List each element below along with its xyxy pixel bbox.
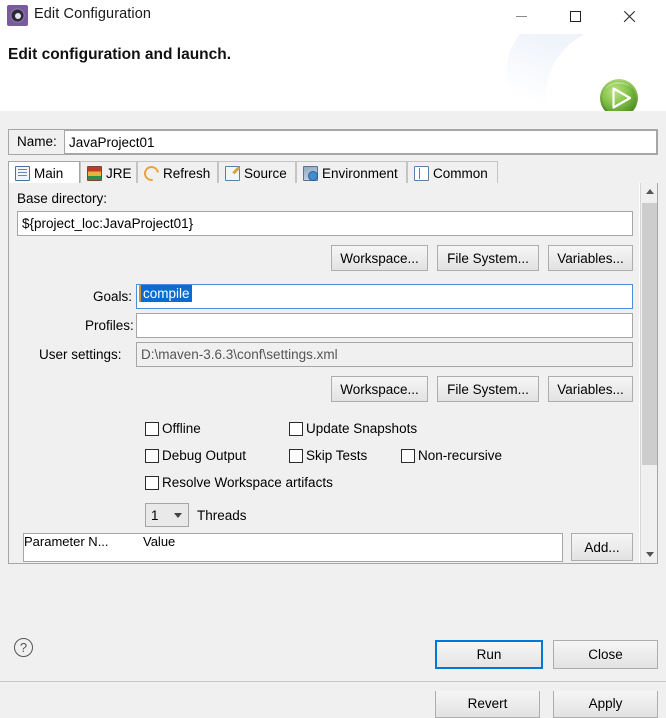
checkbox-offline-box[interactable]	[145, 421, 159, 436]
threads-combo[interactable]: 1	[145, 503, 189, 527]
help-icon[interactable]: ?	[14, 638, 33, 657]
configuration-name-input[interactable]	[64, 130, 657, 154]
window-title: Edit Configuration	[34, 6, 152, 22]
dialog-body: Name: Main JRE Refresh Source Environmen…	[0, 111, 666, 718]
close-button-footer[interactable]: Close	[553, 640, 658, 669]
profiles-input[interactable]	[136, 313, 633, 338]
maximize-button[interactable]	[552, 0, 598, 32]
checkbox-non-recursive[interactable]: Non-recursive	[401, 448, 502, 463]
checkbox-update-snapshots-box[interactable]	[289, 421, 303, 436]
checkbox-update-snapshots[interactable]: Update Snapshots	[289, 421, 417, 436]
apply-button[interactable]: Apply	[553, 689, 658, 718]
main-icon	[15, 165, 30, 181]
base-file-system-button[interactable]: File System...	[437, 245, 539, 271]
base-variables-button[interactable]: Variables...	[548, 245, 633, 271]
threads-value: 1	[151, 507, 159, 523]
checkbox-skip-tests[interactable]: Skip Tests	[289, 448, 367, 463]
checkbox-update-snapshots-label: Update Snapshots	[306, 421, 418, 436]
tab-source[interactable]: Source	[218, 161, 296, 184]
revert-button[interactable]: Revert	[435, 689, 540, 718]
app-gear-icon	[7, 5, 28, 26]
checkbox-debug-output[interactable]: Debug Output	[145, 448, 246, 463]
goals-input[interactable]: compile	[136, 284, 633, 309]
tab-bar: Main JRE Refresh Source Environment Comm…	[8, 161, 658, 184]
green-play-icon	[600, 79, 638, 111]
page-title: Edit configuration and launch.	[8, 46, 232, 63]
checkbox-debug-output-box[interactable]	[145, 448, 159, 463]
parameter-table[interactable]: Parameter N... Value	[23, 533, 563, 562]
tab-jre[interactable]: JRE	[80, 161, 137, 184]
run-button[interactable]: Run	[435, 640, 543, 669]
scrollbar-thumb[interactable]	[642, 203, 657, 465]
base-directory-input[interactable]	[17, 211, 633, 236]
main-tab-panel: Base directory: Workspace... File System…	[8, 183, 658, 564]
scroll-up-button[interactable]	[641, 183, 658, 200]
common-icon	[414, 165, 429, 181]
dialog-header: Edit configuration and launch.	[0, 34, 666, 111]
tab-environment-label: Environment	[322, 165, 398, 181]
threads-label: Threads	[197, 508, 247, 523]
checkbox-non-recursive-box[interactable]	[401, 448, 415, 463]
chevron-up-icon	[645, 189, 654, 194]
name-row: Name:	[8, 129, 658, 155]
tab-main[interactable]: Main	[8, 161, 80, 184]
maximize-icon	[569, 10, 581, 22]
settings-variables-button[interactable]: Variables...	[548, 376, 633, 402]
parameter-table-header-blank	[343, 534, 562, 561]
jre-icon	[87, 165, 102, 181]
user-settings-label: User settings:	[39, 347, 122, 362]
scroll-down-button[interactable]	[641, 546, 658, 563]
base-workspace-button[interactable]: Workspace...	[331, 245, 428, 271]
goals-label: Goals:	[93, 289, 133, 304]
main-tab-content: Base directory: Workspace... File System…	[9, 183, 639, 563]
chevron-down-icon[interactable]	[174, 513, 182, 518]
user-settings-input[interactable]	[136, 342, 633, 367]
refresh-icon	[141, 162, 162, 184]
profiles-label: Profiles:	[85, 318, 134, 333]
settings-file-system-button[interactable]: File System...	[437, 376, 539, 402]
parameter-table-header-name: Parameter N...	[24, 534, 109, 549]
tab-main-label: Main	[34, 165, 64, 181]
base-directory-label: Base directory:	[17, 191, 108, 206]
goals-selected-text: compile	[141, 285, 192, 302]
tab-common-label: Common	[433, 165, 488, 181]
tab-environment[interactable]: Environment	[296, 161, 407, 184]
parameter-table-header-value: Value	[143, 534, 176, 549]
vertical-scrollbar[interactable]	[640, 183, 657, 563]
tab-common[interactable]: Common	[407, 161, 498, 184]
checkbox-skip-tests-label: Skip Tests	[306, 448, 368, 463]
title-bar: Edit Configuration	[0, 0, 666, 34]
help-glyph: ?	[19, 640, 28, 655]
checkbox-skip-tests-box[interactable]	[289, 448, 303, 463]
minimize-icon	[515, 15, 527, 17]
tab-jre-label: JRE	[106, 165, 132, 181]
tab-source-label: Source	[244, 165, 287, 181]
footer-divider	[0, 681, 666, 682]
tab-refresh-label: Refresh	[163, 165, 211, 181]
checkbox-resolve-workspace-artifacts-label: Resolve Workspace artifacts	[162, 475, 333, 490]
environment-icon	[303, 165, 318, 181]
add-parameter-button[interactable]: Add...	[571, 533, 633, 561]
checkbox-resolve-workspace-artifacts[interactable]: Resolve Workspace artifacts	[145, 475, 333, 490]
checkbox-offline-label: Offline	[162, 421, 201, 436]
source-icon	[225, 165, 240, 181]
tab-refresh[interactable]: Refresh	[137, 161, 218, 184]
chevron-down-icon	[645, 552, 654, 557]
close-icon	[623, 10, 636, 23]
checkbox-resolve-workspace-artifacts-box[interactable]	[145, 475, 159, 490]
settings-workspace-button[interactable]: Workspace...	[331, 376, 428, 402]
name-label: Name:	[17, 134, 57, 149]
close-button[interactable]	[606, 0, 652, 32]
checkbox-offline[interactable]: Offline	[145, 421, 201, 436]
checkbox-debug-output-label: Debug Output	[162, 448, 247, 463]
minimize-button[interactable]	[498, 0, 544, 32]
checkbox-non-recursive-label: Non-recursive	[418, 448, 503, 463]
